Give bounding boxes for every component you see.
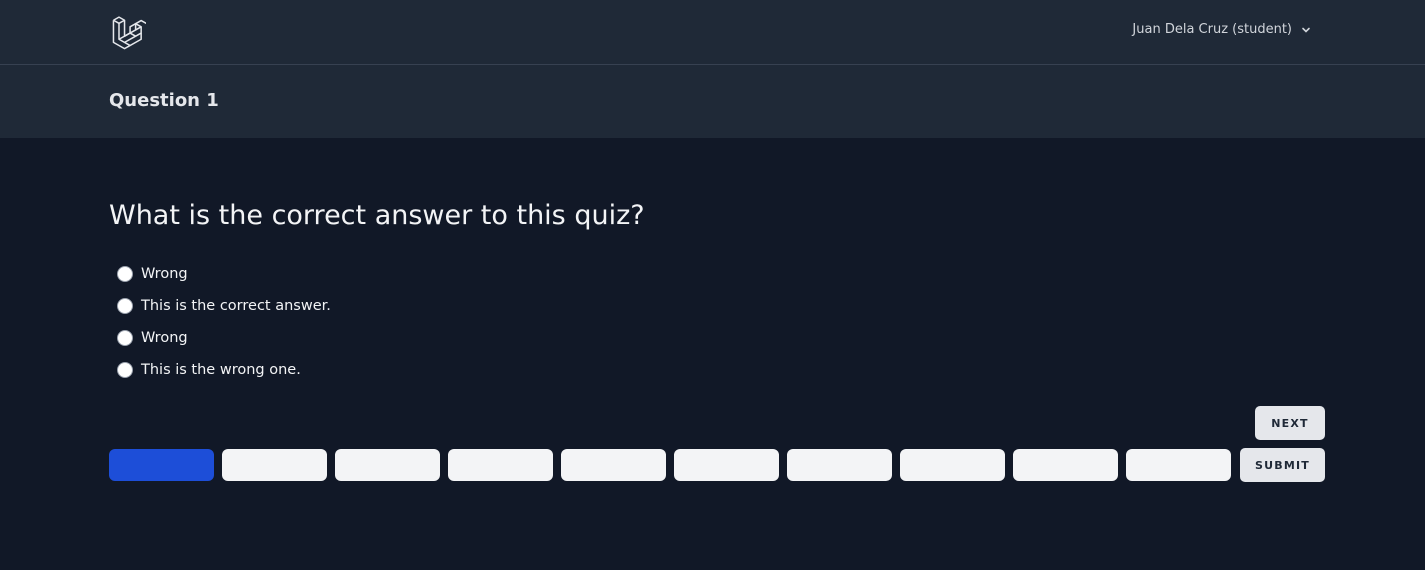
radio-button[interactable]: [117, 362, 133, 378]
user-menu-dropdown[interactable]: Juan Dela Cruz (student): [1132, 22, 1312, 37]
question-page-button-3[interactable]: [335, 449, 440, 481]
option-label: Wrong: [141, 330, 188, 346]
submit-button[interactable]: SUBMIT: [1240, 448, 1325, 482]
question-pagination: [109, 449, 1231, 481]
radio-button[interactable]: [117, 298, 133, 314]
question-page-button-9[interactable]: [1013, 449, 1118, 481]
option-label: This is the correct answer.: [141, 298, 331, 314]
question-text: What is the correct answer to this quiz?: [109, 200, 645, 231]
question-page-button-2[interactable]: [222, 449, 327, 481]
answer-option[interactable]: This is the correct answer.: [117, 290, 331, 322]
question-page-button-8[interactable]: [900, 449, 1005, 481]
question-page-button-6[interactable]: [674, 449, 779, 481]
answer-options: Wrong This is the correct answer. Wrong …: [117, 258, 331, 386]
next-button[interactable]: NEXT: [1255, 406, 1325, 440]
answer-option[interactable]: Wrong: [117, 258, 331, 290]
user-name: Juan Dela Cruz (student): [1132, 22, 1292, 37]
chevron-down-icon: [1302, 27, 1310, 33]
option-label: Wrong: [141, 266, 188, 282]
question-page-button-1[interactable]: [109, 449, 214, 481]
page-title: Question 1: [109, 90, 219, 111]
answer-option[interactable]: This is the wrong one.: [117, 354, 331, 386]
laravel-logo-icon[interactable]: [110, 14, 146, 50]
option-label: This is the wrong one.: [141, 362, 301, 378]
question-page-button-7[interactable]: [787, 449, 892, 481]
answer-option[interactable]: Wrong: [117, 322, 331, 354]
radio-button[interactable]: [117, 266, 133, 282]
question-page-button-4[interactable]: [448, 449, 553, 481]
question-page-button-5[interactable]: [561, 449, 666, 481]
top-nav: Juan Dela Cruz (student): [0, 0, 1425, 65]
radio-button[interactable]: [117, 330, 133, 346]
question-page-button-10[interactable]: [1126, 449, 1231, 481]
